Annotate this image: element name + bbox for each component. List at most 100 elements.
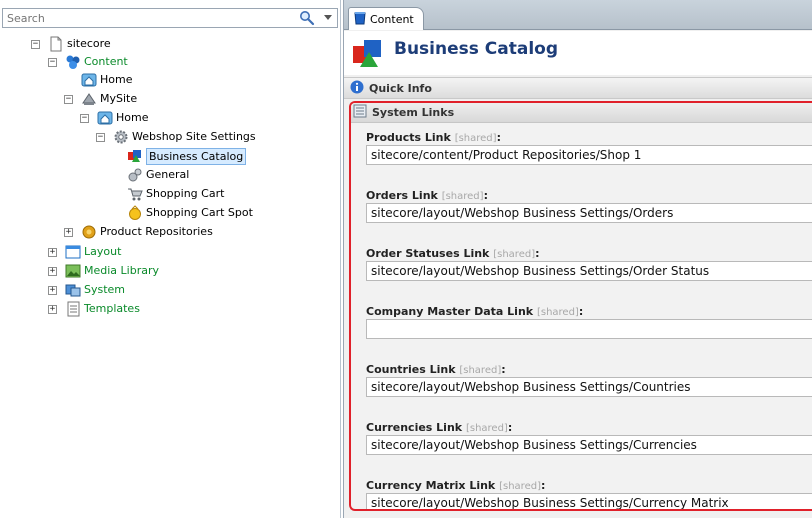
search-dropdown-arrow[interactable] <box>324 15 332 20</box>
layout-icon <box>65 244 81 260</box>
products-link-field[interactable]: sitecore/content/Product Repositories/Sh… <box>366 145 812 165</box>
content-editor-pane: Content Business Catalog Quick Info Syst… <box>343 0 812 518</box>
shared-tag: [shared] <box>499 481 541 492</box>
expand-toggle[interactable]: + <box>48 247 57 257</box>
field-label-orders-link: Orders Link [shared]: <box>366 189 488 202</box>
shared-tag: [shared] <box>493 249 536 260</box>
field-label-currency-matrix-link: Currency Matrix Link [shared]: <box>366 479 546 492</box>
field-name: Products Link <box>366 131 451 144</box>
media-library-icon <box>65 263 81 279</box>
tree-node-label: System <box>84 283 126 296</box>
system-links-section-header[interactable]: System Links <box>351 103 812 123</box>
tree-node-label: Layout <box>84 245 122 258</box>
tree-node-shopping-cart[interactable]: Shopping Cart <box>127 185 224 203</box>
field-name: Currencies Link <box>366 421 463 434</box>
search-input[interactable] <box>3 9 293 27</box>
tree-node-label: Shopping Cart <box>146 187 225 200</box>
home-icon <box>81 72 97 88</box>
collapse-toggle[interactable]: − <box>80 113 89 123</box>
page-title: Business Catalog <box>394 39 559 59</box>
tree-node-label: Business Catalog <box>146 147 247 165</box>
expand-toggle[interactable]: + <box>64 227 73 237</box>
tree-node-system[interactable]: + System <box>48 281 125 299</box>
expand-toggle[interactable]: + <box>48 304 57 314</box>
field-label-products-link: Products Link [shared]: <box>366 131 501 144</box>
tree-node-content[interactable]: − Content <box>48 53 128 71</box>
tab-label: Content <box>370 12 414 26</box>
tree-node-general[interactable]: General <box>127 166 189 184</box>
currencies-link-field[interactable]: sitecore/layout/Webshop Business Setting… <box>366 435 812 455</box>
collapse-toggle[interactable]: − <box>96 132 105 142</box>
field-label-company-master-data-link: Company Master Data Link [shared]: <box>366 305 584 318</box>
collapse-toggle[interactable]: − <box>64 94 73 104</box>
product-repositories-icon <box>81 224 97 240</box>
tree-node-label: Home <box>100 73 133 86</box>
tree-node-label: Webshop Site Settings <box>132 130 256 143</box>
shared-tag: [shared] <box>441 191 484 202</box>
tree-node-shopping-cart-spot[interactable]: Shopping Cart Spot <box>127 204 253 222</box>
tree-node-label: Shopping Cart Spot <box>146 206 253 219</box>
field-name: Currency Matrix Link <box>366 479 496 492</box>
tab-content[interactable]: Content <box>348 7 424 30</box>
site-icon <box>81 91 97 107</box>
shopping-cart-icon <box>127 186 143 202</box>
tree-node-product-repositories[interactable]: + Product Repositories <box>64 223 213 241</box>
system-links-section: System Links Products Link [shared]: sit… <box>349 101 812 511</box>
tree-node-label: Product Repositories <box>100 225 213 238</box>
info-icon <box>350 80 364 97</box>
item-header: Business Catalog <box>344 31 812 75</box>
home-icon <box>97 110 113 126</box>
tree-node-mysite-home[interactable]: − Home <box>80 109 148 127</box>
currency-matrix-link-field[interactable]: sitecore/layout/Webshop Business Setting… <box>366 493 812 509</box>
document-icon <box>48 36 64 52</box>
tree-node-business-catalog[interactable]: Business Catalog <box>127 147 247 165</box>
tree-node-sitecore[interactable]: − sitecore <box>31 35 111 53</box>
cart-spot-icon <box>127 205 143 221</box>
tree-node-label: sitecore <box>67 37 111 50</box>
quick-info-section-header[interactable]: Quick Info <box>344 77 812 99</box>
orders-link-field[interactable]: sitecore/layout/Webshop Business Setting… <box>366 203 812 223</box>
templates-icon <box>65 301 81 317</box>
settings-icon <box>127 167 143 183</box>
field-name: Company Master Data Link <box>366 305 534 318</box>
field-name: Order Statuses Link <box>366 247 490 260</box>
shared-tag: [shared] <box>454 133 497 144</box>
collapse-toggle[interactable]: − <box>48 57 57 67</box>
content-tab-icon <box>353 11 367 28</box>
tree-node-content-home[interactable]: Home <box>81 71 132 89</box>
tree-node-mysite[interactable]: − MySite <box>64 90 137 108</box>
collapse-toggle[interactable]: − <box>31 39 40 49</box>
field-label-order-statuses-link: Order Statuses Link [shared]: <box>366 247 540 260</box>
section-icon <box>353 104 367 121</box>
business-catalog-icon <box>127 148 143 164</box>
tree-node-webshop-site-settings[interactable]: − Webshop Site Settings <box>96 128 256 146</box>
section-label: System Links <box>372 106 455 119</box>
search-box <box>2 8 338 28</box>
content-tree-pane: − sitecore − Content Home − MySite − Hom… <box>0 0 341 518</box>
field-label-currencies-link: Currencies Link [shared]: <box>366 421 513 434</box>
shared-tag: [shared] <box>459 365 502 376</box>
search-icon[interactable] <box>299 10 315 26</box>
tree-node-label: Content <box>84 55 128 68</box>
company-master-data-link-field[interactable] <box>366 319 812 339</box>
expand-toggle[interactable]: + <box>48 266 57 276</box>
tree-node-media-library[interactable]: + Media Library <box>48 262 159 280</box>
tree-node-label: Media Library <box>84 264 159 277</box>
expand-toggle[interactable]: + <box>48 285 57 295</box>
editor-tab-bar: Content <box>344 0 812 30</box>
tree-node-templates[interactable]: + Templates <box>48 300 140 318</box>
tree-node-layout[interactable]: + Layout <box>48 243 121 261</box>
business-catalog-icon <box>352 37 384 72</box>
tree-node-label: MySite <box>100 92 138 105</box>
field-label-countries-link: Countries Link [shared]: <box>366 363 506 376</box>
shared-tag: [shared] <box>536 307 579 318</box>
order-statuses-link-field[interactable]: sitecore/layout/Webshop Business Setting… <box>366 261 812 281</box>
system-icon <box>65 282 81 298</box>
tree-node-label: Home <box>116 111 149 124</box>
field-name: Orders Link <box>366 189 438 202</box>
tree-node-label: General <box>146 168 190 181</box>
shared-tag: [shared] <box>465 423 508 434</box>
section-label: Quick Info <box>369 81 432 95</box>
gear-icon <box>113 129 129 145</box>
countries-link-field[interactable]: sitecore/layout/Webshop Business Setting… <box>366 377 812 397</box>
